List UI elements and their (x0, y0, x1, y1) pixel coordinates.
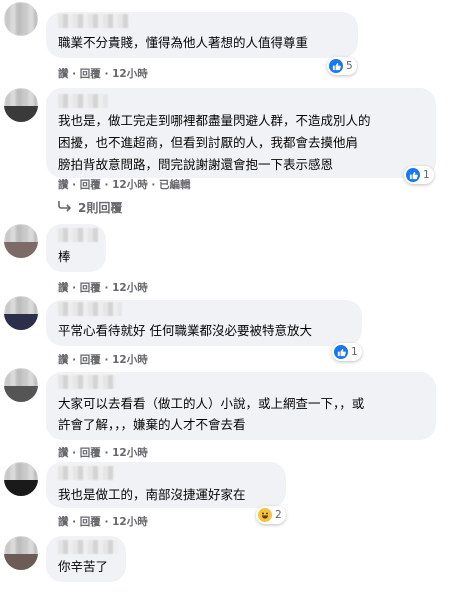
comment-actions[interactable]: 讚 · 回覆 · 12小時 · 已編輯 (58, 177, 191, 192)
reaction-count: 1 (351, 346, 358, 358)
reaction-count: 5 (346, 60, 353, 72)
comment-actions[interactable]: 讚 · 回覆 · 12小時 (58, 280, 148, 295)
comment-text: 棒 (58, 249, 71, 264)
comment-text-line: 困擾，也不進超商，但看到討厭的人，我都會去摸他肩 (58, 135, 359, 150)
reaction-count: 2 (275, 509, 282, 521)
author-name[interactable] (58, 540, 118, 554)
author-name[interactable] (58, 466, 114, 480)
author-name[interactable] (58, 228, 98, 242)
author-name[interactable] (58, 94, 108, 108)
reaction-summary[interactable]: 1 (332, 343, 362, 361)
comment-actions[interactable]: 讚 · 回覆 · 12小時 (58, 352, 148, 367)
comment-text: 職業不分貴賤，懂得為他人著想的人值得尊重 (58, 35, 309, 50)
reaction-count: 1 (423, 169, 430, 181)
comment-actions[interactable]: 讚 · 回覆 · 12小時 (58, 445, 148, 460)
reaction-summary[interactable]: 2 (256, 506, 286, 524)
avatar[interactable] (4, 2, 38, 36)
haha-icon (258, 508, 272, 522)
avatar[interactable] (4, 88, 38, 122)
comment-text: 我也是做工的，南部沒捷運好家在 (58, 487, 246, 502)
comment-actions[interactable]: 讚 · 回覆 · 12小時 (58, 66, 148, 81)
comment-text-line: 膀拍背故意問路，問完說謝謝還會抱一下表示感恩 (58, 157, 334, 172)
reaction-summary[interactable]: 1 (404, 166, 434, 184)
reaction-summary[interactable]: 5 (327, 57, 357, 75)
avatar[interactable] (4, 296, 38, 330)
author-name[interactable] (58, 302, 122, 316)
comment-text: 平常心看待就好 任何職業都沒必要被特意放大 (58, 323, 312, 338)
author-name[interactable] (58, 375, 116, 389)
avatar[interactable] (4, 462, 38, 496)
comment-text-line: 大家可以去看看（做工的人）小說，或上網查一下，，或 (58, 396, 365, 411)
replies-label: 2則回覆 (78, 201, 123, 215)
author-name[interactable] (58, 14, 128, 28)
comment-text: 你辛苦了 (58, 559, 109, 574)
comment-text-line: 許會了解，，，嫌棄的人才不會去看 (58, 417, 246, 432)
like-icon (406, 168, 420, 182)
like-icon (334, 345, 348, 359)
comment-actions[interactable]: 讚 · 回覆 · 12小時 (58, 514, 148, 529)
reply-arrow-icon (58, 200, 72, 215)
avatar[interactable] (4, 368, 38, 402)
like-icon (329, 59, 343, 73)
avatar[interactable] (4, 224, 38, 258)
view-replies-link[interactable]: 2則回覆 (58, 199, 122, 216)
comment-text-line: 我也是，做工完走到哪裡都盡量閃避人群，不造成別人的 (58, 113, 371, 128)
avatar[interactable] (4, 536, 38, 570)
